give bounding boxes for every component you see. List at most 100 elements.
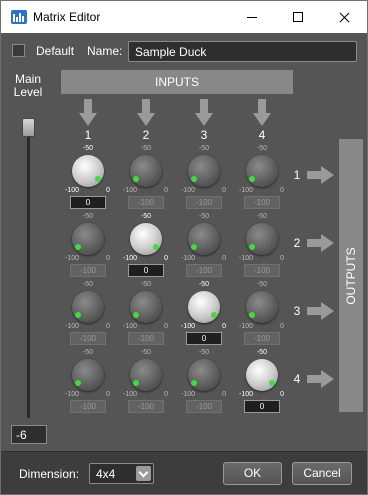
- crosspoint-knob-r2-c3: -50 -100 0 -100: [181, 213, 227, 279]
- knob-value-field[interactable]: -100: [244, 264, 280, 277]
- knob-max-label: 0: [222, 323, 226, 330]
- knob-value-field[interactable]: -100: [128, 196, 164, 209]
- knob-value-field[interactable]: -100: [244, 332, 280, 345]
- name-label: Name:: [87, 44, 123, 58]
- knob-max-label: 0: [222, 391, 226, 398]
- gain-knob[interactable]: [188, 359, 220, 391]
- input-3-label: 3: [200, 128, 208, 142]
- level-indicator-icon: [95, 176, 101, 182]
- gain-knob[interactable]: [188, 155, 220, 187]
- knob-max-label: 0: [280, 187, 284, 194]
- knob-min-label: -100: [181, 323, 196, 330]
- gain-knob[interactable]: [246, 223, 278, 255]
- crosspoint-knob-r1-c1: -50 -100 0 0: [65, 145, 111, 211]
- knob-max-label: 0: [222, 187, 226, 194]
- minimize-button[interactable]: [229, 1, 275, 33]
- knob-min-label: -100: [123, 391, 138, 398]
- input-2-label: 2: [142, 128, 150, 142]
- name-input[interactable]: Sample Duck: [128, 41, 357, 62]
- gain-knob[interactable]: [130, 223, 162, 255]
- knob-value-field[interactable]: -100: [186, 196, 222, 209]
- knob-mid-label: -50: [82, 145, 94, 152]
- knob-min-label: -100: [65, 255, 80, 262]
- knob-value-field[interactable]: -100: [70, 400, 106, 413]
- crosspoint-knob-r4-c3: -50 -100 0 -100: [181, 349, 227, 415]
- knob-value-field[interactable]: -100: [186, 400, 222, 413]
- gain-knob[interactable]: [72, 223, 104, 255]
- crosspoint-knob-r3-c4: -50 -100 0 -100: [239, 281, 285, 347]
- knob-min-label: -100: [181, 187, 196, 194]
- gain-knob[interactable]: [188, 291, 220, 323]
- knob-max-label: 0: [280, 255, 284, 262]
- knob-mid-label: -50: [140, 145, 152, 152]
- main-level-slider-track[interactable]: [27, 118, 30, 418]
- gain-knob[interactable]: [72, 359, 104, 391]
- knob-value-field[interactable]: 0: [186, 332, 222, 345]
- crosspoint-knob-r4-c4: -50 -100 0 0: [239, 349, 285, 415]
- output-4-label: 4: [293, 372, 301, 386]
- main-level-value[interactable]: -6: [11, 425, 47, 444]
- gain-knob[interactable]: [130, 291, 162, 323]
- output-1-label: 1: [293, 168, 301, 182]
- knob-mid-label: -50: [198, 281, 210, 288]
- chevron-down-icon[interactable]: [136, 466, 151, 481]
- editor-body: Default Name: Sample Duck Main Level -6 …: [1, 33, 367, 494]
- crosspoint-knob-r2-c4: -50 -100 0 -100: [239, 213, 285, 279]
- knob-mid-label: -50: [198, 213, 210, 220]
- level-indicator-icon: [75, 380, 81, 386]
- minimize-icon: [247, 17, 257, 18]
- level-indicator-icon: [191, 244, 197, 250]
- knob-value-field[interactable]: -100: [244, 196, 280, 209]
- knob-value-field[interactable]: 0: [128, 264, 164, 277]
- level-indicator-icon: [75, 244, 81, 250]
- footer-bar: Dimension: 4x4 OK Cancel: [1, 451, 367, 494]
- main-level-slider-thumb[interactable]: [22, 118, 35, 137]
- gain-knob[interactable]: [72, 155, 104, 187]
- default-checkbox[interactable]: [12, 44, 25, 57]
- knob-value-field[interactable]: -100: [70, 332, 106, 345]
- gain-knob[interactable]: [246, 155, 278, 187]
- crosspoint-knob-r1-c3: -50 -100 0 -100: [181, 145, 227, 211]
- knob-mid-label: -50: [256, 281, 268, 288]
- knob-min-label: -100: [123, 255, 138, 262]
- gain-knob[interactable]: [246, 359, 278, 391]
- knob-min-label: -100: [65, 391, 80, 398]
- knob-value-field[interactable]: -100: [70, 264, 106, 277]
- crosspoint-knob-r2-c1: -50 -100 0 -100: [65, 213, 111, 279]
- knob-value-field[interactable]: 0: [244, 400, 280, 413]
- level-indicator-icon: [191, 176, 197, 182]
- knob-mid-label: -50: [140, 281, 152, 288]
- input-4-arrow-icon: [253, 99, 271, 127]
- cancel-button[interactable]: Cancel: [292, 462, 352, 485]
- gain-knob[interactable]: [188, 223, 220, 255]
- close-button[interactable]: [321, 1, 367, 33]
- knob-min-label: -100: [123, 187, 138, 194]
- knob-min-label: -100: [239, 391, 254, 398]
- knob-value-field[interactable]: -100: [128, 332, 164, 345]
- knob-max-label: 0: [222, 255, 226, 262]
- knob-min-label: -100: [65, 187, 80, 194]
- gain-knob[interactable]: [246, 291, 278, 323]
- knob-value-field[interactable]: 0: [70, 196, 106, 209]
- dimension-select[interactable]: 4x4: [89, 463, 154, 484]
- crosspoint-knob-r2-c2: -50 -100 0 0: [123, 213, 169, 279]
- crosspoint-knob-r3-c3: -50 -100 0 0: [181, 281, 227, 347]
- default-label: Default: [36, 44, 75, 58]
- knob-value-field[interactable]: -100: [128, 400, 164, 413]
- knob-mid-label: -50: [140, 213, 152, 220]
- level-indicator-icon: [133, 176, 139, 182]
- knob-value-field[interactable]: -100: [186, 264, 222, 277]
- maximize-button[interactable]: [275, 1, 321, 33]
- level-indicator-icon: [133, 380, 139, 386]
- ok-button[interactable]: OK: [223, 462, 282, 485]
- gain-knob[interactable]: [130, 155, 162, 187]
- level-indicator-icon: [153, 244, 159, 250]
- level-indicator-icon: [269, 380, 275, 386]
- matrix-editor-window: Matrix Editor Default Name: Sample Duck …: [0, 0, 368, 495]
- gain-knob[interactable]: [130, 359, 162, 391]
- knob-mid-label: -50: [82, 213, 94, 220]
- gain-knob[interactable]: [72, 291, 104, 323]
- knob-max-label: 0: [106, 255, 110, 262]
- knob-mid-label: -50: [82, 349, 94, 356]
- knob-mid-label: -50: [256, 145, 268, 152]
